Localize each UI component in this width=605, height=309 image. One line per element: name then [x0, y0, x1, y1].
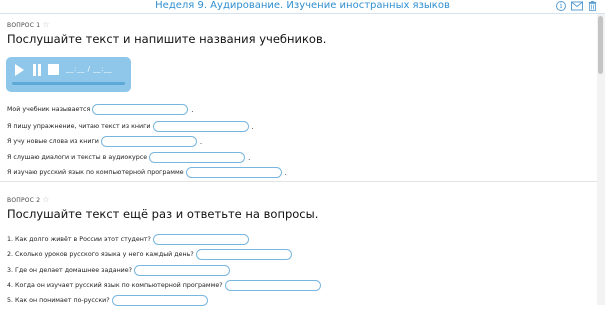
q2-row-1: 1. Как долго живёт в России этот студент…	[7, 229, 249, 245]
q1-row-5-label: Я изучаю русский язык по компьютерной пр…	[7, 169, 184, 176]
q2-row-2: 2. Сколько уроков русского языка у него …	[7, 244, 292, 260]
q1-answer-3-input[interactable]	[100, 136, 197, 147]
q1-row-3: Я учу новые слова из книги.	[7, 131, 203, 147]
q2-row-5: 5. Как он понимает по-русски?	[7, 290, 208, 306]
q1-answer-1-input[interactable]	[92, 104, 189, 115]
top-bar: Неделя 9. Аудирование. Изучение иностран…	[0, 0, 605, 14]
stop-icon[interactable]	[48, 64, 59, 75]
q1-row-4-dot: .	[248, 153, 251, 162]
q1-row-3-label: Я учу новые слова из книги	[7, 138, 99, 145]
q2-row-3-label: 3. Где он делает домашнее задание?	[7, 267, 132, 274]
scrollbar[interactable]	[597, 14, 605, 305]
q2-row-2-label: 2. Сколько уроков русского языка у него …	[7, 251, 194, 258]
play-icon[interactable]	[15, 64, 24, 76]
q1-row-3-dot: .	[199, 137, 203, 146]
q1-row-2-dot: .	[251, 122, 254, 131]
question-1-title: Послушайте текст и напишите названия уче…	[7, 32, 327, 46]
q1-answer-5-input[interactable]	[185, 167, 282, 178]
star-icon[interactable]: ☆	[42, 20, 49, 29]
q1-row-1-dot: .	[191, 105, 194, 114]
q2-row-5-label: 5. Как он понимает по-русски?	[7, 297, 110, 304]
q2-row-4: 4. Когда он изучает русский язык по комп…	[7, 275, 321, 291]
section-divider	[0, 181, 597, 182]
scrollbar-thumb[interactable]	[598, 16, 603, 74]
q1-row-1: Мой учебник называется.	[7, 99, 194, 115]
q2-row-3: 3. Где он делает домашнее задание?	[7, 260, 230, 276]
q1-row-1-label: Мой учебник называется	[7, 106, 91, 113]
q1-row-5-dot: .	[284, 168, 287, 177]
q2-row-4-label: 4. Когда он изучает русский язык по комп…	[7, 282, 223, 289]
info-icon[interactable]: i	[556, 1, 566, 11]
trash-icon[interactable]	[588, 1, 597, 11]
question-2-title: Послушайте текст ещё раз и ответьте на в…	[7, 207, 319, 221]
q1-row-4: Я слушаю диалоги и тексты в аудиокурсе.	[7, 147, 251, 163]
star-icon[interactable]: ☆	[42, 195, 49, 204]
page-title: Неделя 9. Аудирование. Изучение иностран…	[155, 0, 450, 11]
audio-progress-bar[interactable]	[12, 82, 125, 85]
question-1-label: ВОПРОС 1 ☆	[7, 21, 50, 30]
audio-player: __:__ / __:__	[6, 57, 131, 92]
q1-row-2: Я пишу упражнение, читаю текст из книги.	[7, 116, 254, 132]
q2-answer-4-input[interactable]	[224, 280, 321, 291]
q1-row-4-label: Я слушаю диалоги и тексты в аудиокурсе	[7, 154, 148, 161]
pause-icon[interactable]	[32, 64, 42, 76]
question-1-label-text: ВОПРОС 1	[7, 22, 41, 29]
mail-icon[interactable]	[571, 1, 583, 11]
q1-row-5: Я изучаю русский язык по компьютерной пр…	[7, 162, 287, 178]
q2-answer-2-input[interactable]	[195, 249, 292, 260]
audio-time: __:__ / __:__	[66, 65, 113, 73]
question-2-label: ВОПРОС 2 ☆	[7, 196, 50, 205]
q1-row-2-label: Я пишу упражнение, читаю текст из книги	[7, 123, 151, 130]
question-2-label-text: ВОПРОС 2	[7, 197, 41, 204]
q2-row-1-label: 1. Как долго живёт в России этот студент…	[7, 236, 151, 243]
q2-answer-5-input[interactable]	[111, 295, 208, 306]
